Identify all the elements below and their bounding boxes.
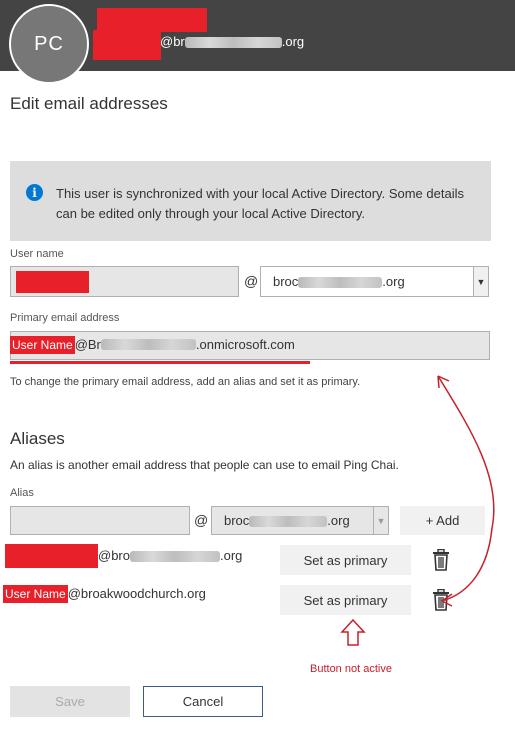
- chevron-down-icon[interactable]: ▼: [473, 267, 488, 296]
- alias-label: Alias: [10, 487, 34, 499]
- primary-email-value: User Name @Br .onmicrosoft.com: [10, 336, 295, 354]
- username-at-sign: @: [244, 273, 259, 289]
- primary-username-tag: User Name: [10, 336, 75, 354]
- annotation-curved-arrow: [437, 375, 495, 607]
- alias-chevron-down-icon[interactable]: ▼: [373, 507, 388, 534]
- info-icon: i: [26, 184, 43, 201]
- primary-email-underline: [10, 361, 310, 364]
- alias-domain-select[interactable]: broc .org ▼: [211, 506, 389, 535]
- alias-1-blur: [130, 551, 220, 563]
- sync-info-text: This user is synchronized with your loca…: [56, 186, 464, 221]
- alias-2-username-tag: User Name: [3, 585, 68, 603]
- alias-1-redaction: [5, 544, 98, 568]
- set-primary-button-2[interactable]: Set as primary: [280, 585, 411, 615]
- page-title: Edit email addresses: [10, 94, 168, 113]
- header-email: @br .org: [160, 34, 305, 49]
- cancel-button[interactable]: Cancel: [143, 686, 263, 717]
- username-domain-value: broc .org: [273, 274, 405, 289]
- primary-email-hint: To change the primary email address, add…: [10, 376, 361, 388]
- email-redaction: [93, 30, 161, 60]
- header-email-blur: [184, 37, 282, 49]
- avatar: PC: [9, 4, 89, 84]
- set-primary-button-1[interactable]: Set as primary: [280, 545, 411, 575]
- username-domain-select[interactable]: broc .org ▼: [260, 266, 489, 297]
- username-redaction: [16, 271, 89, 293]
- up-arrow-icon: [340, 618, 366, 646]
- save-button[interactable]: Save: [10, 686, 130, 717]
- username-label: User name: [10, 248, 64, 260]
- button-not-active-annotation: Button not active: [310, 663, 392, 675]
- primary-email-label: Primary email address: [10, 312, 120, 324]
- alias-domain-blur: [249, 516, 328, 528]
- aliases-heading: Aliases: [10, 429, 65, 448]
- name-redaction: [97, 8, 207, 32]
- alias-domain-value: broc .org: [224, 513, 350, 528]
- alias-2-email: User Name @broakwoodchurch.org: [3, 585, 206, 603]
- aliases-description: An alias is another email address that p…: [10, 458, 399, 472]
- alias-at-sign: @: [194, 512, 209, 528]
- primary-email-blur: [100, 339, 196, 351]
- username-domain-blur: [298, 277, 383, 289]
- alias-input[interactable]: [10, 506, 190, 535]
- alias-1-email: @bro .org: [98, 548, 243, 563]
